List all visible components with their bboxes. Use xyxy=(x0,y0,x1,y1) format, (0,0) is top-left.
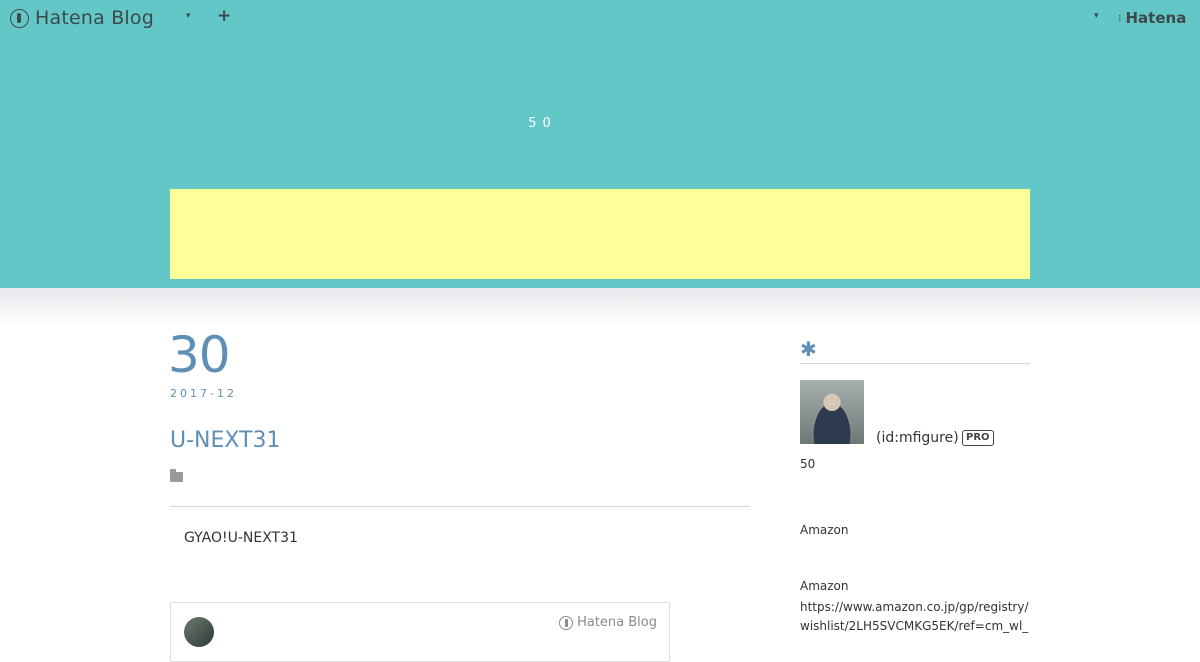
embed-logo-text: Hatena Blog xyxy=(577,615,657,630)
pro-badge: PRO xyxy=(962,430,994,446)
embed-avatar xyxy=(184,617,214,647)
entry-divider xyxy=(170,506,750,507)
hatena-blog-logo-icon xyxy=(559,615,574,630)
user-menu-caret-icon[interactable]: ▾ xyxy=(1094,11,1099,21)
embed-hatena-blog-logo: Hatena Blog xyxy=(559,615,657,630)
hatena-blog-brand[interactable]: Hatena Blog xyxy=(10,7,154,29)
entry-date-day[interactable]: 30 xyxy=(168,326,231,384)
blog-title[interactable]: 50 xyxy=(0,116,1085,131)
sidebar-amazon-text-2: Amazon xyxy=(800,579,849,593)
entry-body: GYAO!U-NEXT31 xyxy=(184,530,298,546)
asterisk-icon: ✱ xyxy=(800,337,817,361)
blog-menu-caret-icon[interactable]: ▾ xyxy=(186,11,191,21)
header-shadow xyxy=(0,288,1200,328)
entry-title[interactable]: U-NEXT31 xyxy=(170,428,281,453)
sidebar-amazon-text: Amazon xyxy=(800,523,849,537)
global-header: Hatena Blog ▾ + ▾ ⁝ Hatena xyxy=(0,0,1200,36)
amazon-wishlist-link[interactable]: https://www.amazon.co.jp/gp/registry/wis… xyxy=(800,598,1030,636)
hatena-logo[interactable]: ⁝ Hatena xyxy=(1118,9,1186,27)
blog-embed-card[interactable]: Hatena Blog xyxy=(170,602,670,662)
category-folder-icon xyxy=(170,469,183,482)
brand-text: Hatena Blog xyxy=(35,7,154,29)
hatena-blog-logo-icon xyxy=(10,8,29,28)
ad-banner[interactable] xyxy=(170,189,1030,279)
profile-id-link[interactable]: (id:mfigure) xyxy=(876,430,959,446)
new-post-plus-icon[interactable]: + xyxy=(217,8,231,25)
hatena-logo-text: Hatena xyxy=(1125,9,1187,27)
profile-avatar[interactable] xyxy=(800,380,864,444)
blog-header: 50 xyxy=(0,0,1200,288)
entry-date-year-month[interactable]: 2017-12 xyxy=(170,387,237,400)
profile-description: 50 xyxy=(800,457,816,471)
hatena-dots-icon: ⁝ xyxy=(1118,11,1122,25)
sidebar-section-heading: ✱ xyxy=(800,338,1030,364)
